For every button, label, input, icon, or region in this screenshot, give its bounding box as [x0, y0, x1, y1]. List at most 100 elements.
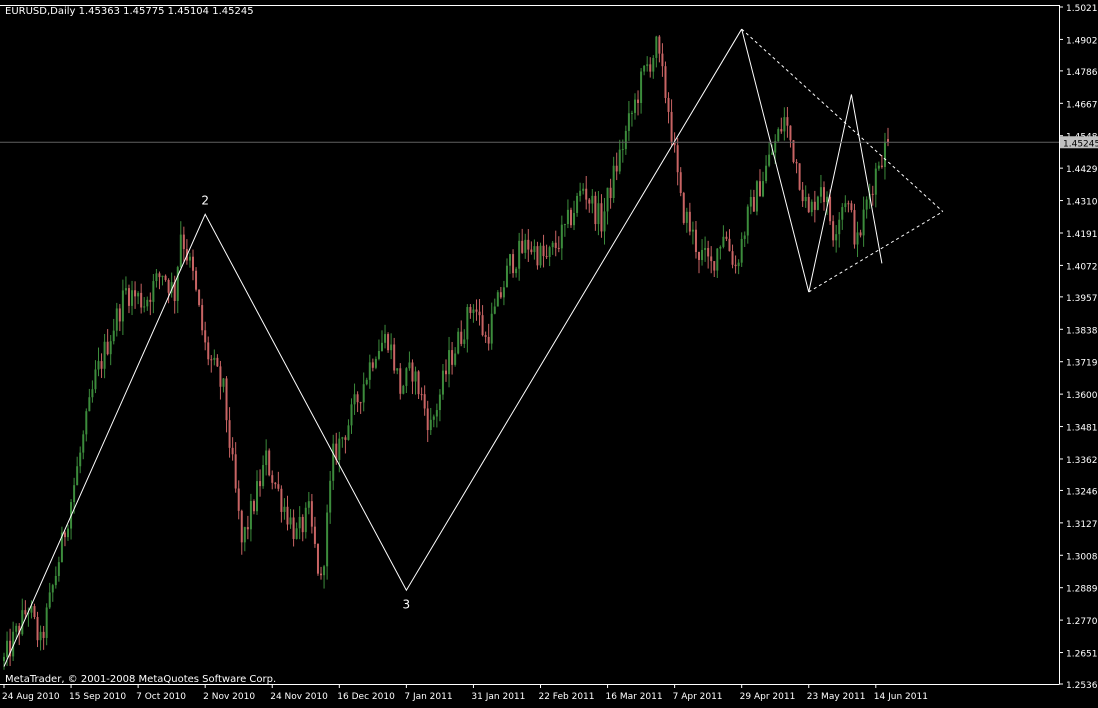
candle-body — [417, 371, 420, 395]
candle-body — [853, 210, 856, 245]
candle-body — [859, 232, 862, 236]
candle — [777, 127, 780, 142]
candle-body — [746, 206, 749, 236]
candle-body — [94, 369, 97, 390]
candle-body — [755, 181, 758, 212]
candle-body — [603, 211, 606, 232]
candle-body — [137, 292, 140, 297]
candle-body — [380, 342, 383, 351]
candle-body — [740, 238, 743, 263]
candle-body — [198, 289, 201, 306]
candle-body — [493, 306, 496, 314]
candle — [569, 207, 572, 228]
candle-body — [460, 331, 463, 344]
candle — [853, 203, 856, 249]
candle-body — [749, 196, 752, 207]
pattern-label-2: 2 — [201, 193, 209, 207]
candle-body — [146, 299, 149, 307]
candle-body — [332, 443, 335, 481]
candle-body — [533, 246, 536, 253]
candle-body — [499, 292, 502, 298]
candle-body — [124, 288, 127, 291]
y-tick-label: 1.33620 — [1066, 456, 1098, 466]
candle-body — [728, 238, 731, 252]
candle-body — [271, 475, 274, 483]
candle-body — [490, 313, 493, 344]
candle-body — [414, 371, 417, 382]
candle-body — [530, 249, 533, 253]
candle-body — [737, 262, 740, 267]
candle-body — [106, 341, 109, 355]
candle-body — [789, 125, 792, 141]
candle-body — [652, 57, 655, 72]
candle-body — [48, 592, 51, 608]
candle-body — [3, 656, 5, 662]
candle-body — [762, 181, 765, 197]
candle — [402, 384, 405, 395]
y-tick-label: 1.37190 — [1066, 359, 1098, 369]
candle-body — [341, 437, 344, 439]
candle — [816, 195, 819, 211]
candle-body — [600, 203, 603, 232]
candle-body — [368, 362, 371, 380]
candle-body — [134, 290, 137, 297]
candle-body — [57, 562, 60, 576]
candle-body — [877, 165, 880, 169]
candle-body — [131, 290, 134, 306]
price-chart[interactable]: 23 1.502101.490201.478651.466751.454851.… — [0, 0, 1098, 704]
candle-body — [438, 394, 441, 411]
candle-body — [304, 507, 307, 533]
candle-body — [783, 117, 786, 132]
candle-body — [615, 165, 618, 172]
candle-body — [301, 516, 304, 533]
candle-body — [188, 256, 191, 261]
candle-body — [609, 187, 612, 199]
candle-body — [627, 113, 630, 131]
candle-body — [569, 209, 572, 226]
candle-body — [469, 307, 472, 313]
candle-body — [643, 65, 646, 72]
candle-body — [685, 211, 688, 223]
candle — [387, 332, 390, 353]
candle-body — [21, 610, 24, 635]
candle-body — [33, 606, 36, 617]
candle-body — [411, 362, 414, 382]
candle-body — [758, 181, 761, 197]
candle-body — [819, 187, 822, 197]
candle-body — [633, 99, 636, 113]
candle-body — [237, 488, 240, 511]
candle-body — [658, 36, 661, 54]
candle-body — [191, 256, 194, 271]
candle-body — [76, 466, 79, 486]
candle-body — [179, 234, 182, 268]
current-price-label: 1.45245 — [1063, 139, 1098, 149]
candle-body — [54, 575, 57, 586]
candle-body — [149, 299, 152, 302]
candle-body — [231, 447, 234, 455]
candle-body — [795, 161, 798, 164]
candle-body — [432, 416, 435, 420]
y-tick-label: 1.27705 — [1066, 617, 1098, 627]
candle-body — [844, 203, 847, 208]
candle-body — [850, 203, 853, 211]
y-tick-label: 1.47865 — [1066, 68, 1098, 78]
y-tick-label: 1.32465 — [1066, 487, 1098, 497]
candle-body — [542, 245, 545, 257]
candle-body — [822, 187, 825, 203]
candle-body — [359, 402, 362, 404]
candle-body — [829, 196, 832, 222]
candle-body — [606, 187, 609, 212]
y-tick-label: 1.30085 — [1066, 552, 1098, 562]
candle-body — [554, 242, 557, 248]
candle-body — [710, 256, 713, 262]
candle-body — [259, 481, 262, 487]
candle-body — [371, 362, 374, 368]
candle-body — [835, 234, 838, 241]
candle-body — [161, 275, 164, 278]
candle-body — [313, 526, 316, 544]
candle-body — [164, 275, 167, 280]
candle-body — [158, 273, 161, 278]
candle-body — [731, 251, 734, 265]
candle-body — [393, 344, 396, 371]
candle-body — [716, 248, 719, 271]
